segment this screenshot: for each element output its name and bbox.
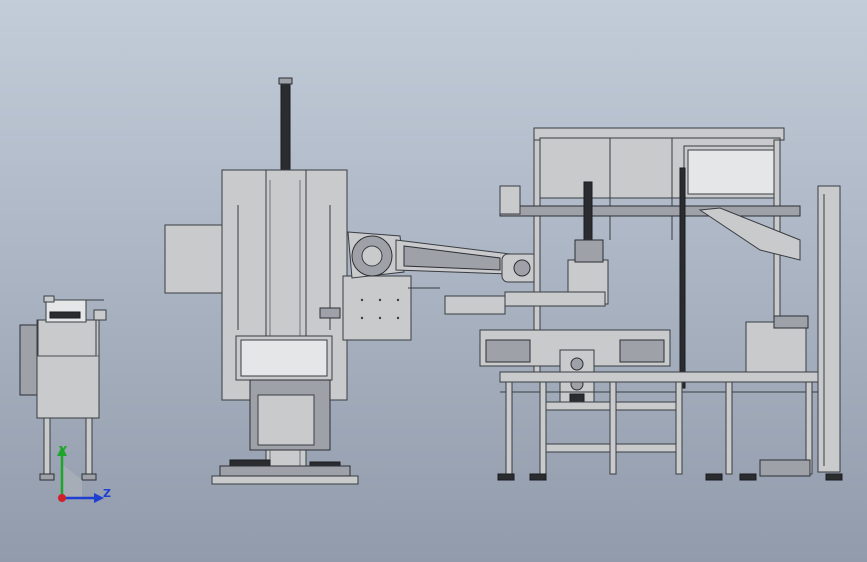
cad-viewport[interactable]: Y Z: [0, 0, 867, 562]
robot-column-cabinet[interactable]: [164, 77, 412, 485]
x-axis-origin-dot: [58, 494, 66, 502]
processing-station-frame[interactable]: [444, 127, 843, 481]
y-axis-label: Y: [58, 444, 68, 457]
z-axis-label: Z: [103, 487, 111, 500]
cad-drawing: Y Z: [19, 77, 843, 503]
